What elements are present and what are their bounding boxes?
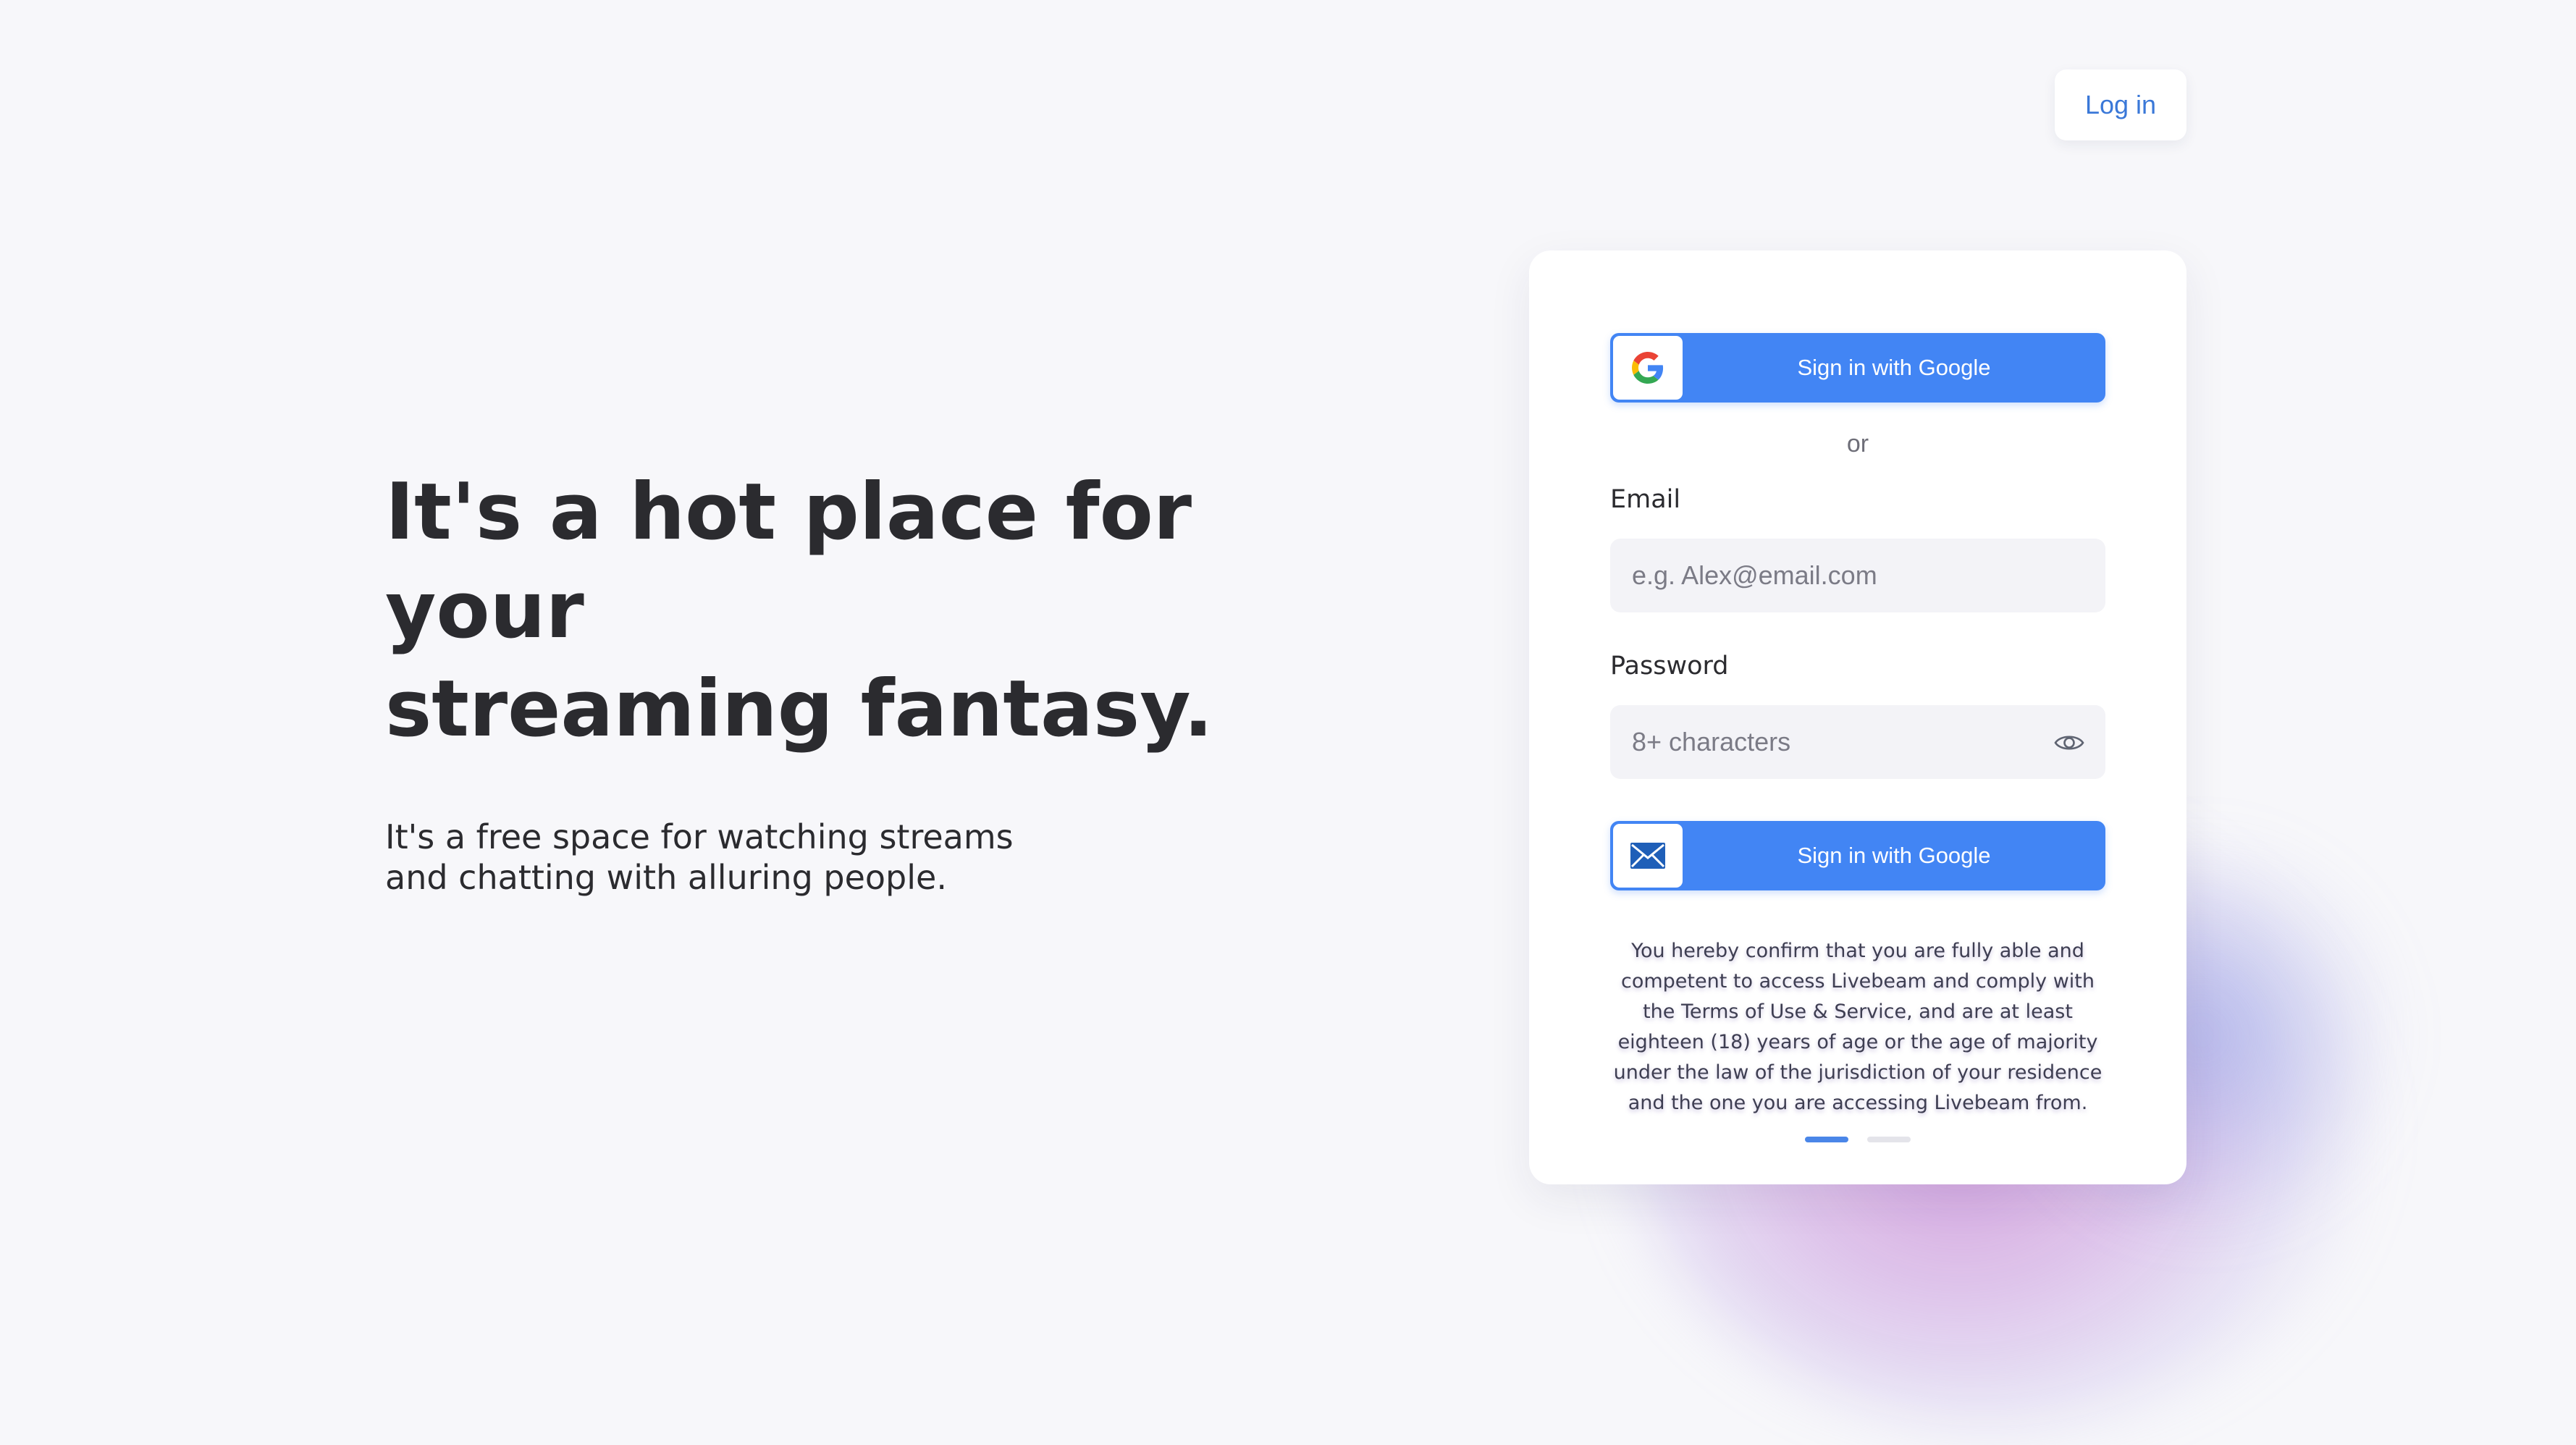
hero-subtitle: It's a free space for watching streams a… xyxy=(385,817,1014,897)
login-button[interactable]: Log in xyxy=(2055,69,2186,140)
envelope-icon xyxy=(1613,824,1683,888)
hero-section: It's a hot place for your streaming fant… xyxy=(385,463,1399,898)
email-signin-label: Sign in with Google xyxy=(1797,843,1991,868)
google-signin-label: Sign in with Google xyxy=(1797,355,1991,380)
google-signin-button[interactable]: Sign in with Google xyxy=(1610,333,2105,403)
pagination-dots xyxy=(1529,1137,2186,1142)
email-input[interactable] xyxy=(1610,539,2105,612)
email-label: Email xyxy=(1610,485,1681,514)
google-icon xyxy=(1613,336,1683,400)
hero-title: It's a hot place for your streaming fant… xyxy=(385,467,1213,754)
signin-card: Sign in with Google or Email Password Si… xyxy=(1529,250,2186,1184)
pagination-dot-2[interactable] xyxy=(1867,1137,1911,1142)
password-input[interactable] xyxy=(1610,705,2105,779)
email-signin-button[interactable]: Sign in with Google xyxy=(1610,821,2105,890)
or-separator: or xyxy=(1846,430,1869,458)
eye-icon[interactable] xyxy=(2052,725,2087,760)
password-label: Password xyxy=(1610,652,1729,681)
pagination-dot-1[interactable] xyxy=(1805,1137,1848,1142)
legal-disclaimer: You hereby confirm that you are fully ab… xyxy=(1613,940,2103,1114)
